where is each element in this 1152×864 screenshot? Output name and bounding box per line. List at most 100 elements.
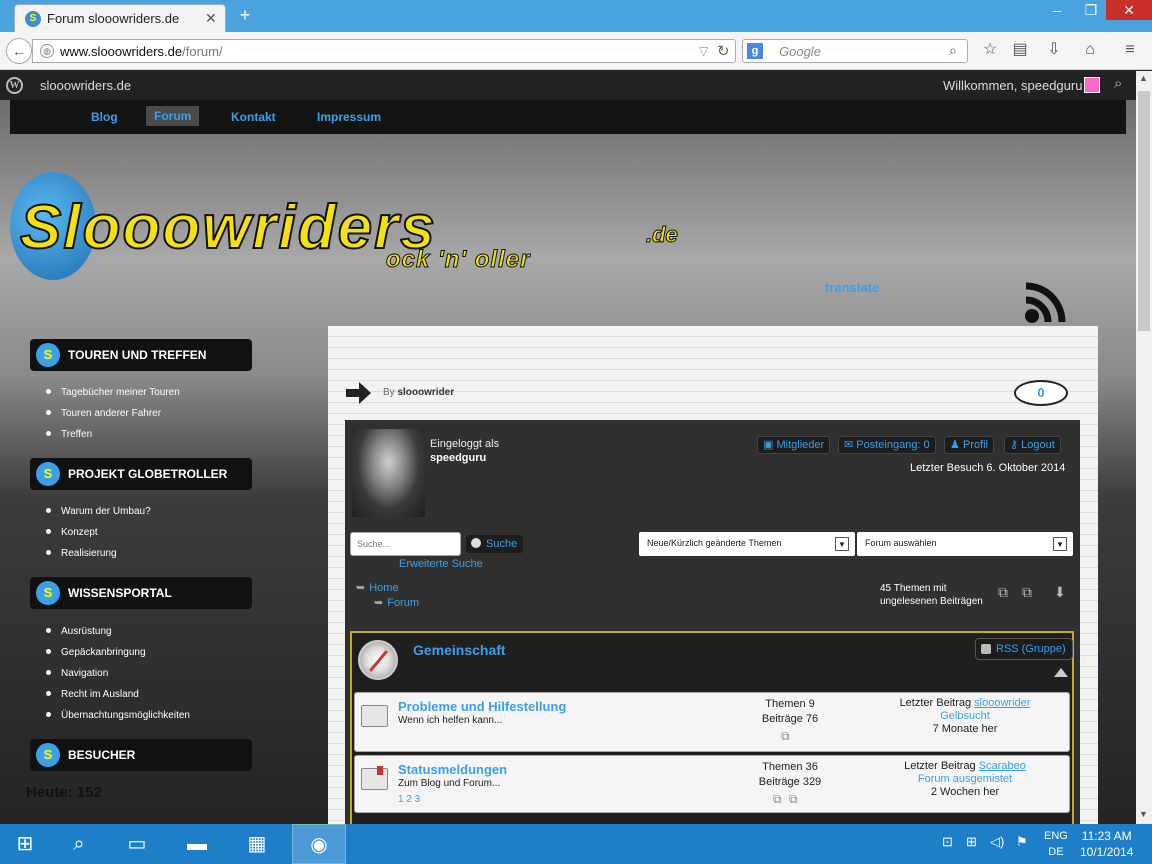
forum-search-button[interactable]: Suche [466, 535, 524, 553]
language-indicator[interactable]: ENG DE [1044, 828, 1068, 860]
tab-close-icon[interactable]: ✕ [205, 10, 217, 27]
search-icon[interactable]: ⌕ [54, 824, 104, 864]
reload-icon[interactable]: ↻ [717, 42, 730, 60]
sidebar-item-uebernachtung[interactable]: Übernachtungsmöglichkeiten [46, 710, 190, 721]
scroll-up-icon[interactable]: ▲ [1139, 73, 1148, 83]
sidebar-item-konzept[interactable]: Konzept [46, 527, 98, 538]
sidebar-item-realisierung[interactable]: Realisierung [46, 548, 117, 559]
back-button[interactable]: ← [6, 38, 32, 64]
unread-topics[interactable]: 45 Themen mit ungelesenen Beiträgen [880, 582, 983, 608]
url-dropdown-icon[interactable]: ▽ [699, 44, 708, 58]
forum-username[interactable]: speedguru [430, 452, 486, 464]
download-indicator-icon[interactable]: ⇩ [1044, 40, 1064, 60]
scrollbar-thumb[interactable] [1138, 91, 1150, 331]
sidebar-item-touren-anderer[interactable]: Touren anderer Fahrer [46, 408, 161, 419]
menu-forum[interactable]: Forum [146, 106, 200, 126]
network-icon[interactable]: ⊞ [966, 834, 977, 850]
last-post-user[interactable]: Scarabeo [979, 760, 1026, 772]
user-avatar-icon[interactable] [1084, 77, 1100, 93]
bookmark-star-icon[interactable]: ☆ [980, 40, 1000, 60]
reading-list-icon[interactable]: ▤ [1010, 40, 1030, 60]
chevron-down-icon[interactable]: ▼ [1053, 537, 1067, 551]
sidebar-item-warum[interactable]: Warum der Umbau? [46, 506, 151, 517]
advanced-search-link[interactable]: Erweiterte Suche [399, 558, 483, 570]
breadcrumb-home[interactable]: Home [356, 581, 398, 594]
collapse-icon[interactable] [1054, 668, 1068, 677]
translate-link[interactable]: translate [825, 280, 879, 295]
vertical-scrollbar[interactable]: ▲ ▼ [1136, 71, 1152, 824]
sidebar-item-ausruestung[interactable]: Ausrüstung [46, 626, 112, 637]
profile-button[interactable]: ♟ Profil [944, 436, 994, 454]
sidebar-title: TOUREN UND TREFFEN [68, 348, 207, 362]
browser-search-input[interactable]: g Google ⌕ [742, 39, 968, 63]
maximize-button[interactable]: ❐ [1074, 0, 1108, 20]
volume-icon[interactable]: ◁) [990, 834, 1004, 850]
network-share-icon[interactable]: ⊡ [942, 834, 953, 850]
forum-pages[interactable]: 1 2 3 [398, 794, 420, 805]
topic-icon[interactable]: ⧉ [773, 792, 782, 807]
close-window-button[interactable]: ✕ [1106, 0, 1152, 20]
home-icon[interactable]: ⌂ [1080, 40, 1100, 60]
members-button[interactable]: ▣ Mitglieder [757, 436, 831, 454]
sidebar-item-navigation[interactable]: Navigation [46, 668, 108, 679]
menu-impressum[interactable]: Impressum [317, 110, 381, 124]
mark-all-read-icon[interactable]: ⧉ [1022, 584, 1032, 601]
rss-feed-icon[interactable] [1012, 272, 1082, 328]
forum-title[interactable]: Probleme und Hilfestellung [398, 699, 566, 714]
post-author[interactable]: slooowrider [397, 387, 454, 398]
start-button-icon[interactable]: ⊞ [0, 824, 50, 864]
menu-kontakt[interactable]: Kontakt [231, 110, 276, 124]
folder-icon [361, 705, 388, 727]
inbox-button[interactable]: ✉ Posteingang: 0 [838, 436, 936, 454]
tab-title: Forum slooowriders.de [47, 11, 180, 26]
forum-row[interactable]: Probleme und Hilfestellung Wenn ich helf… [354, 692, 1070, 752]
taskbar-clock[interactable]: 11:23 AM 10/1/2014 [1080, 828, 1133, 860]
unread-line-2: ungelesenen Beiträgen [880, 596, 983, 607]
rss-group-button[interactable]: RSS (Gruppe) [975, 638, 1073, 660]
last-post-topic[interactable]: Gelbsucht [875, 710, 1055, 723]
admin-welcome[interactable]: Willkommen, speedguru [943, 78, 1082, 93]
search-icon[interactable]: ⌕ [949, 42, 957, 59]
topic-icon[interactable]: ⧉ [789, 792, 798, 807]
category-title[interactable]: Gemeinschaft [413, 642, 506, 658]
user-avatar[interactable] [352, 429, 425, 517]
task-view-icon[interactable]: ▭ [112, 824, 162, 864]
sidebar-item-gepaeck[interactable]: Gepäckanbringung [46, 647, 146, 658]
scroll-down-icon[interactable]: ▼ [1139, 809, 1148, 819]
minimize-button[interactable]: – [1040, 0, 1074, 20]
chevron-down-icon[interactable]: ▼ [835, 537, 849, 551]
sidebar-title: PROJEKT GLOBETROLLER [68, 467, 228, 481]
forum-select[interactable]: Forum auswählen ▼ [857, 532, 1073, 556]
menu-blog[interactable]: Blog [91, 110, 118, 124]
sidebar-item-recht[interactable]: Recht im Ausland [46, 689, 139, 700]
last-post-user[interactable]: slooowrider [974, 697, 1030, 709]
menu-icon[interactable]: ≡ [1120, 40, 1140, 60]
url-bar[interactable]: ◍ www.slooowriders.de/forum/ ▽ ↻ [32, 39, 736, 63]
google-icon[interactable]: g [747, 43, 763, 59]
firefox-icon[interactable]: ◉ [292, 824, 346, 864]
forum-search-input[interactable]: Suche... [350, 532, 461, 556]
comment-count-bubble[interactable]: 0 [1014, 380, 1068, 406]
download-icon[interactable]: ⬇ [1054, 584, 1066, 601]
file-explorer-icon[interactable]: ▬ [172, 824, 222, 864]
store-icon[interactable]: ▦ [232, 824, 282, 864]
folder-icon [361, 768, 388, 790]
new-tab-button[interactable]: + [234, 4, 256, 26]
wordpress-icon[interactable]: W [6, 77, 23, 94]
logout-button[interactable]: ⚷ Logout [1004, 436, 1061, 454]
recent-topics-select[interactable]: Neue/Kürzlich geänderte Themen ▼ [639, 532, 855, 556]
forum-row[interactable]: Statusmeldungen Zum Blog und Forum... 1 … [354, 755, 1070, 813]
last-post-topic[interactable]: Forum ausgemistet [875, 773, 1055, 786]
topic-icon[interactable]: ⧉ [781, 729, 790, 744]
sidebar-item-tagebuecher[interactable]: Tagebücher meiner Touren [46, 387, 180, 398]
forum-title[interactable]: Statusmeldungen [398, 762, 507, 777]
site-logo[interactable]: Slooowriders [19, 192, 437, 263]
action-center-icon[interactable]: ⚑ [1016, 834, 1028, 850]
breadcrumb-forum[interactable]: Forum [374, 596, 419, 609]
admin-site-name[interactable]: slooowriders.de [40, 78, 131, 93]
admin-search-icon[interactable]: ⌕ [1114, 75, 1122, 92]
sidebar-item-treffen[interactable]: Treffen [46, 429, 92, 440]
mark-read-icon[interactable]: ⧉ [998, 584, 1008, 601]
browser-tab[interactable]: S Forum slooowriders.de ✕ [14, 4, 226, 32]
compass-icon [358, 640, 398, 680]
